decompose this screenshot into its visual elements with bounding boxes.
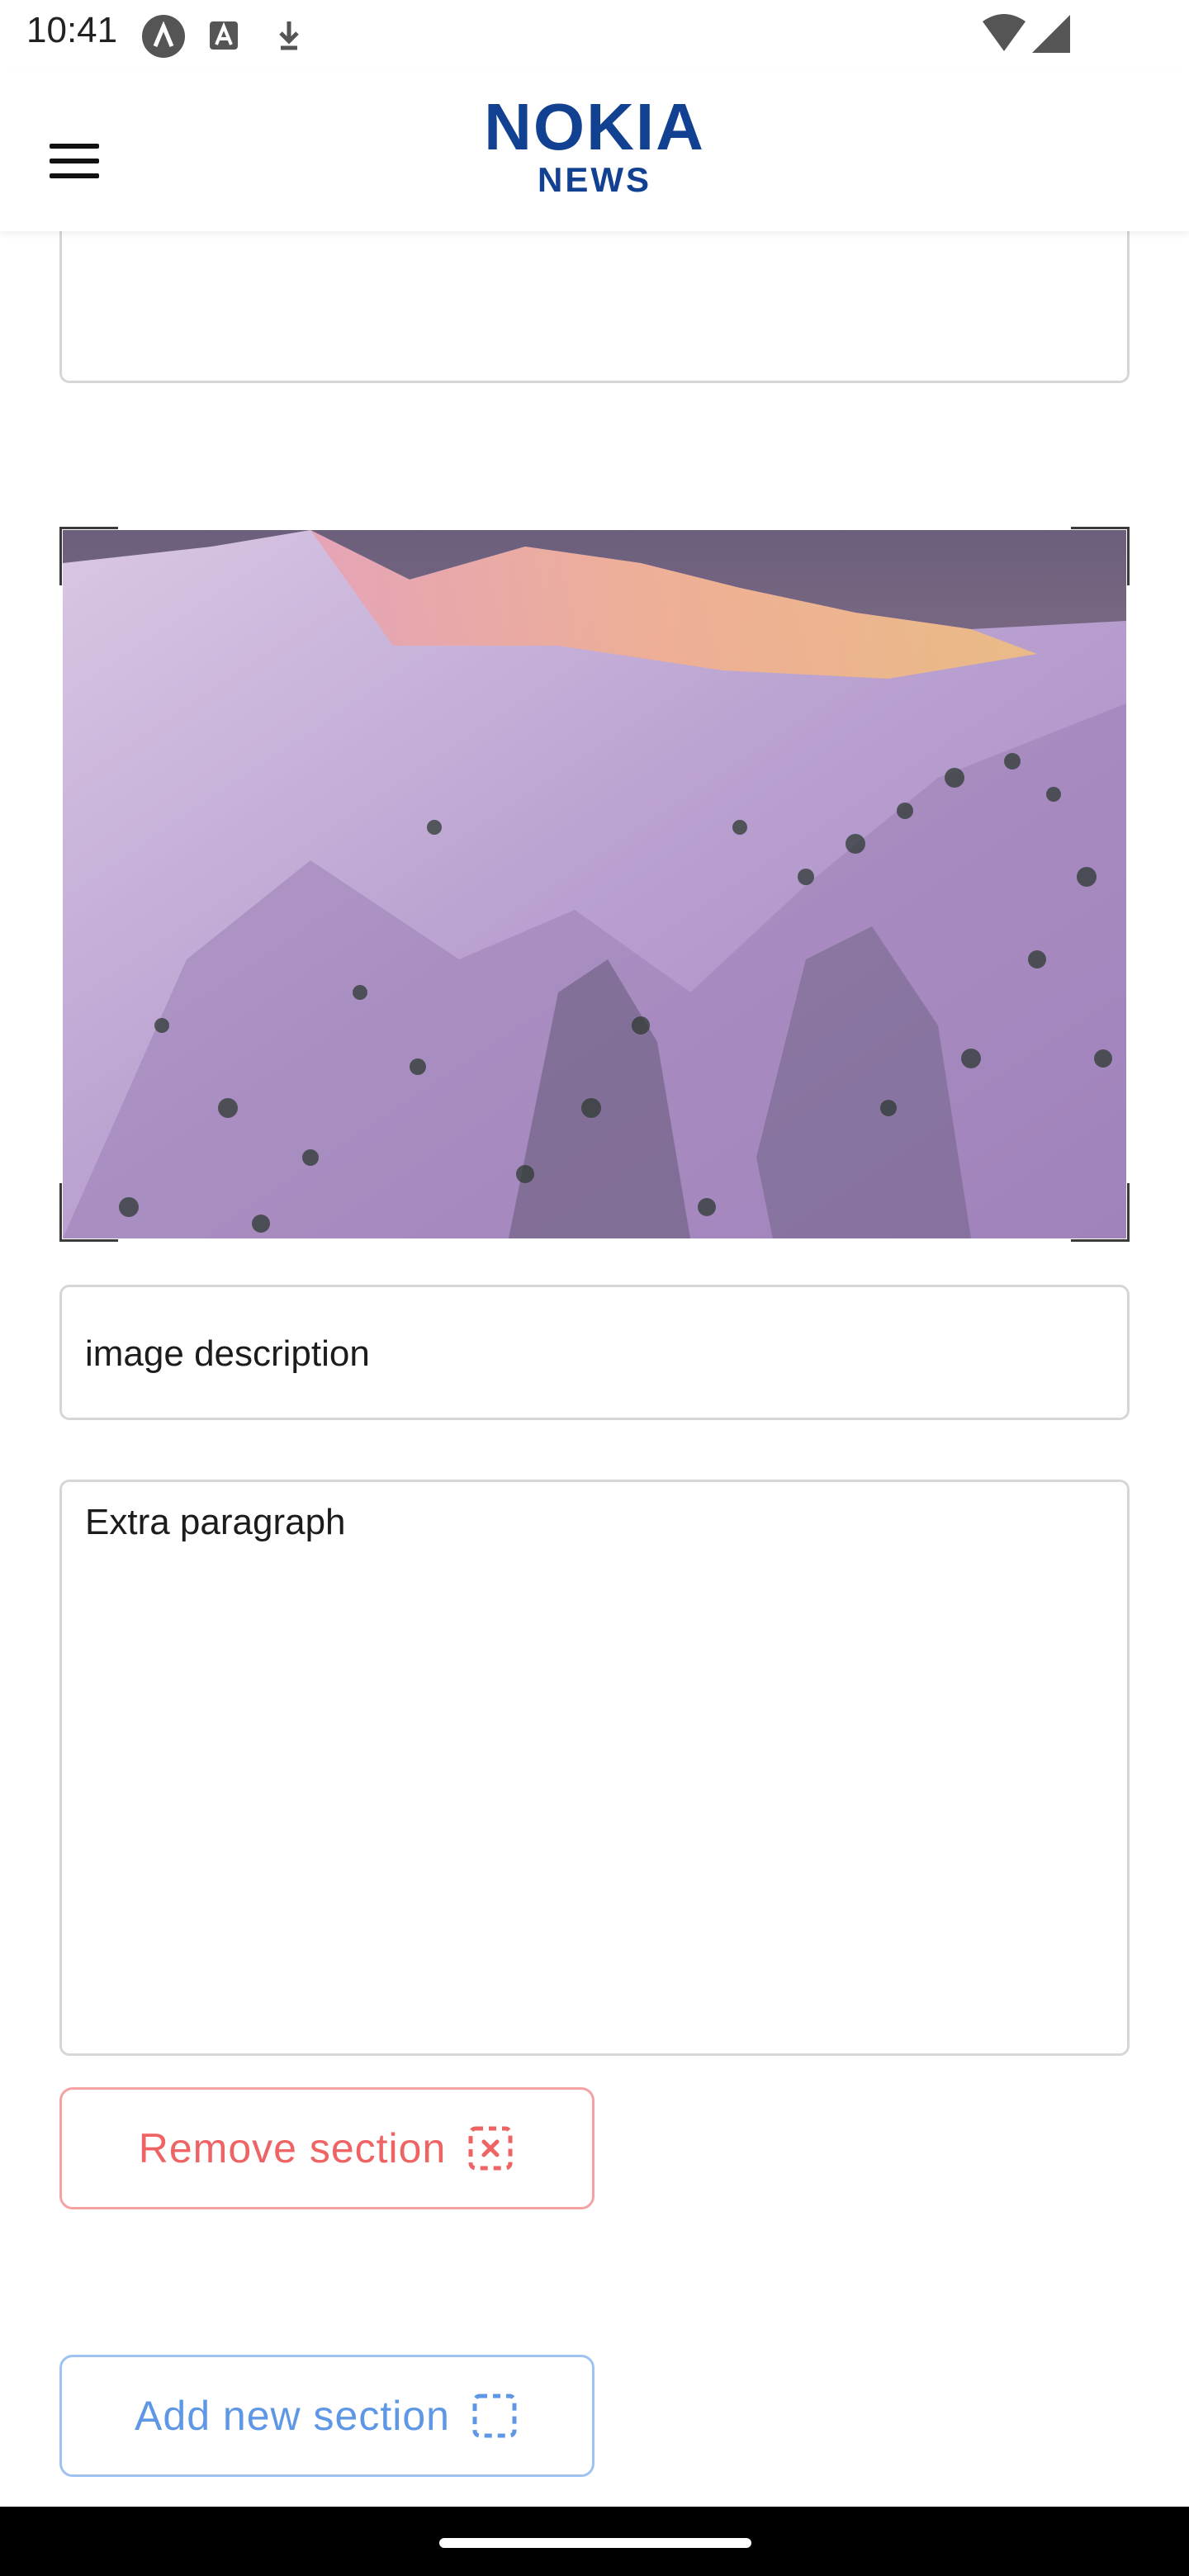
crop-corner-bottom-left	[59, 1183, 118, 1242]
hamburger-menu-icon[interactable]	[36, 125, 112, 201]
crop-corner-top-right	[1071, 527, 1130, 585]
logo-main-text: NOKIA	[484, 90, 705, 163]
image-description-input[interactable]: image description	[59, 1285, 1130, 1420]
signal-icon	[1032, 15, 1070, 53]
add-new-section-button[interactable]: Add new section	[59, 2355, 594, 2477]
section-image	[63, 530, 1126, 1238]
extra-paragraph-value: Extra paragraph	[85, 1502, 346, 1542]
home-gesture-handle[interactable]	[439, 2538, 751, 2548]
crop-corner-bottom-right	[1071, 1183, 1130, 1242]
text-a-icon	[210, 21, 238, 50]
extra-paragraph-textarea[interactable]: Extra paragraph	[59, 1480, 1130, 2056]
logo-sub-text: NEWS	[538, 160, 651, 199]
remove-section-button[interactable]: Remove section	[59, 2087, 594, 2209]
app-bar: NOKIA NEWS	[0, 69, 1189, 231]
dashed-box-icon	[472, 2394, 517, 2438]
image-picker[interactable]	[59, 527, 1130, 1242]
add-new-section-label: Add new section	[135, 2393, 450, 2439]
status-bar: 10:41	[0, 0, 1189, 69]
system-nav-bar	[0, 2507, 1189, 2576]
download-icon	[279, 21, 299, 50]
dashed-box-x-icon	[468, 2126, 513, 2171]
image-description-value: image description	[85, 1333, 370, 1374]
crop-corner-top-left	[59, 527, 118, 585]
app-a-icon	[142, 15, 185, 58]
status-time: 10:41	[26, 10, 118, 50]
wifi-icon	[983, 14, 1026, 51]
remove-section-label: Remove section	[138, 2125, 447, 2171]
nokia-news-logo: NOKIA NEWS	[446, 94, 743, 201]
